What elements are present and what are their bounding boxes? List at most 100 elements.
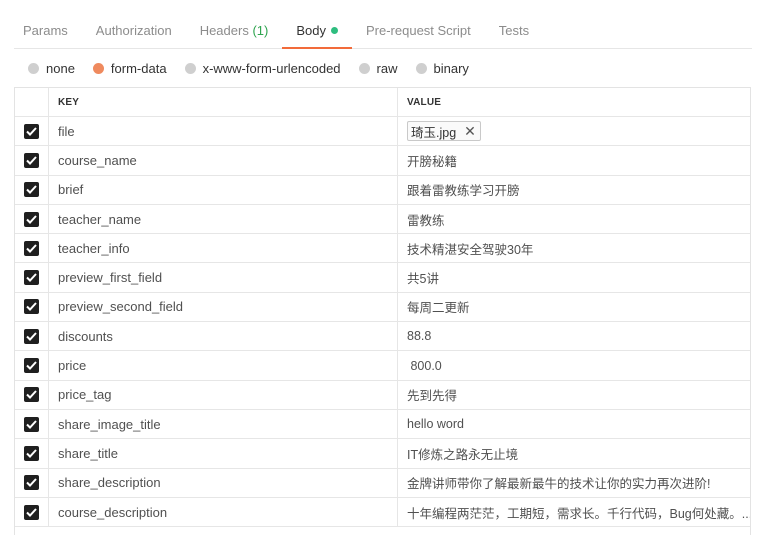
value-cell[interactable]: 技术精湛安全驾驶30年 (398, 234, 750, 262)
key-cell[interactable]: discounts (49, 322, 398, 351)
tab-body[interactable]: Body (282, 13, 352, 49)
checkmark-icon (26, 156, 37, 165)
table-row: price 800.0 (15, 351, 750, 381)
value-text: 十年编程两茫茫，工期短，需求长。千行代码，Bug何处藏。... (407, 506, 750, 521)
value-cell[interactable]: 800.0 (398, 351, 750, 379)
key-cell[interactable]: price_tag (49, 380, 398, 409)
table-row: teacher_info 技术精湛安全驾驶30年 (15, 234, 750, 264)
value-cell[interactable]: 雷教练 (398, 205, 750, 233)
row-enabled-checkbox[interactable] (24, 152, 39, 168)
tab-pre-request-script[interactable]: Pre-request Script (352, 13, 485, 48)
value-cell[interactable]: IT修炼之路永无止境 (398, 439, 750, 467)
value-text: 雷教练 (407, 213, 445, 228)
table-row: preview_first_field 共5讲 (15, 263, 750, 293)
checkmark-icon (26, 185, 37, 195)
form-data-table: KEY VALUE file 琦玉.jpg ✕ course_name 开膀秘籍 brie… (14, 87, 751, 535)
radio-form-data[interactable]: form-data (92, 61, 167, 76)
row-check-cell (15, 117, 49, 146)
row-enabled-checkbox[interactable] (24, 182, 39, 198)
table-row: discounts 88.8 (15, 322, 750, 352)
row-check-cell (15, 292, 49, 322)
request-tabs: Params Authorization Headers (1) Body Pr… (14, 13, 752, 49)
tab-label: Body (296, 23, 326, 38)
table-row: share_title IT修炼之路永无止境 (15, 439, 750, 469)
tab-authorization[interactable]: Authorization (82, 13, 186, 48)
tab-params[interactable]: Params (14, 13, 82, 48)
value-cell[interactable]: 开膀秘籍 (398, 146, 750, 174)
table-row: course_name 开膀秘籍 (15, 146, 750, 176)
row-check-cell (15, 439, 49, 468)
row-check-cell (15, 146, 49, 175)
row-check-cell (15, 234, 49, 263)
row-enabled-checkbox[interactable] (24, 387, 39, 403)
row-enabled-checkbox[interactable] (24, 211, 39, 227)
body-type-selector: none form-data x-www-form-urlencoded raw… (28, 58, 487, 78)
key-cell[interactable]: share_description (49, 468, 398, 497)
radio-label: binary (433, 60, 469, 76)
value-cell[interactable]: 琦玉.jpg ✕ (398, 117, 750, 145)
key-cell[interactable]: brief (49, 175, 398, 204)
checkmark-icon (26, 449, 37, 458)
radio-raw[interactable]: raw (358, 60, 398, 76)
radio-label: none (46, 60, 75, 76)
value-cell[interactable]: 88.8 (398, 322, 750, 350)
row-check-cell (15, 468, 49, 497)
value-text: 技术精湛安全驾驶30年 (407, 242, 534, 257)
radio-label: raw (376, 60, 398, 76)
row-enabled-checkbox[interactable] (24, 416, 39, 432)
row-check-cell (15, 409, 49, 439)
table-body: file 琦玉.jpg ✕ course_name 开膀秘籍 brief 跟着雷教练学习开膀… (15, 117, 750, 528)
tab-label: Headers (199, 23, 249, 38)
key-cell[interactable]: price (49, 351, 398, 380)
value-cell[interactable]: 跟着雷教练学习开膀 (398, 176, 750, 204)
remove-file-close-icon[interactable]: ✕ (464, 124, 476, 138)
headers-count-badge: (1) (252, 23, 269, 38)
checkmark-icon (26, 214, 37, 224)
value-cell[interactable]: hello word (398, 410, 750, 438)
value-cell[interactable]: 先到先得 (398, 381, 750, 409)
key-cell[interactable]: share_title (49, 439, 398, 468)
row-check-cell (15, 263, 49, 292)
value-cell[interactable]: 每周二更新 (398, 293, 750, 321)
row-enabled-checkbox[interactable] (24, 475, 39, 491)
checkmark-icon (26, 126, 37, 136)
row-enabled-checkbox[interactable] (24, 358, 39, 374)
value-text: 开膀秘籍 (407, 154, 458, 169)
row-enabled-checkbox[interactable] (24, 270, 39, 286)
table-row: file 琦玉.jpg ✕ (15, 117, 750, 147)
value-cell[interactable]: 十年编程两茫茫，工期短，需求长。千行代码，Bug何处藏。... (398, 498, 750, 526)
radio-binary[interactable]: binary (415, 60, 469, 76)
row-enabled-checkbox[interactable] (24, 123, 39, 139)
value-column-header: VALUE (407, 96, 442, 108)
key-cell[interactable]: course_description (49, 497, 398, 527)
key-cell[interactable]: file (49, 117, 398, 146)
key-cell[interactable]: course_name (49, 146, 398, 175)
key-cell[interactable]: preview_first_field (49, 263, 398, 292)
value-text: hello word (407, 417, 464, 432)
key-cell[interactable]: preview_second_field (49, 292, 398, 322)
radio-x-www-form-urlencoded[interactable]: x-www-form-urlencoded (184, 60, 341, 76)
radio-label: x-www-form-urlencoded (202, 60, 341, 76)
tab-tests[interactable]: Tests (485, 13, 543, 48)
table-row: price_tag 先到先得 (15, 380, 750, 410)
key-cell[interactable]: share_image_title (49, 409, 398, 439)
table-row: share_description 金牌讲师带你了解最新最牛的技术让你的实力再次进… (15, 468, 750, 498)
checkmark-icon (26, 419, 37, 429)
row-enabled-checkbox[interactable] (24, 240, 39, 256)
row-check-cell (15, 322, 49, 351)
row-enabled-checkbox[interactable] (24, 328, 39, 344)
table-row: brief 跟着雷教练学习开膀 (15, 175, 750, 205)
table-row: share_image_title hello word (15, 409, 750, 440)
key-cell[interactable]: teacher_name (49, 204, 398, 234)
radio-none[interactable]: none (28, 61, 75, 76)
row-enabled-checkbox[interactable] (24, 299, 39, 315)
tab-headers[interactable]: Headers (1) (186, 13, 283, 48)
radio-circle-icon (415, 62, 427, 74)
value-cell[interactable]: 金牌讲师带你了解最新最牛的技术让你的实力再次进阶! (398, 469, 750, 497)
value-cell[interactable]: 共5讲 (398, 263, 750, 291)
row-enabled-checkbox[interactable] (24, 504, 39, 520)
value-text: 跟着雷教练学习开膀 (407, 184, 520, 199)
key-cell[interactable]: teacher_info (49, 234, 398, 263)
row-enabled-checkbox[interactable] (24, 445, 39, 461)
value-text: 先到先得 (407, 389, 458, 404)
